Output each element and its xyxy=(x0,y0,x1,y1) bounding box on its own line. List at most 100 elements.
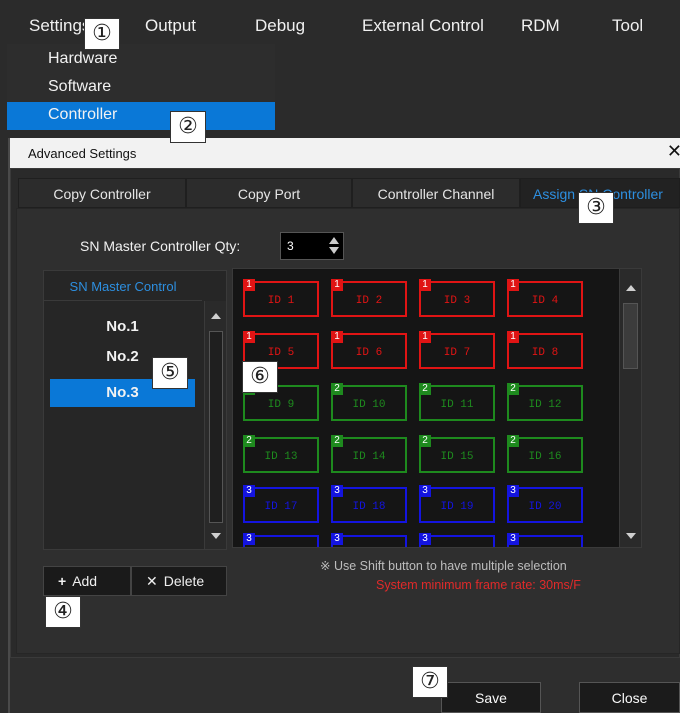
controller-id-cell[interactable]: 3 xyxy=(331,533,407,547)
list-scrollbar[interactable] xyxy=(204,301,226,549)
controller-id-cell[interactable]: 2 ID 16 xyxy=(507,435,583,473)
controller-id-cell[interactable]: 2 ID 15 xyxy=(419,435,495,473)
controller-id-label: ID 11 xyxy=(440,399,474,411)
controller-id-label: ID 20 xyxy=(528,501,562,513)
group-badge: 1 xyxy=(243,331,255,343)
delete-button-label: Delete xyxy=(163,573,205,589)
group-badge: 1 xyxy=(331,331,343,343)
controller-id-label: ID 1 xyxy=(267,295,295,307)
menu-tool[interactable]: Tool xyxy=(612,16,643,36)
scroll-up-icon[interactable] xyxy=(211,313,221,319)
callout-5: ⑤ xyxy=(152,357,188,389)
controller-id-cell[interactable]: 1 ID 2 xyxy=(331,279,407,317)
controller-id-cell[interactable]: 3 ID 17 xyxy=(243,485,319,523)
delete-button[interactable]: ✕ Delete xyxy=(131,566,227,596)
controller-id-cell[interactable]: 2 ID 11 xyxy=(419,383,495,421)
close-icon[interactable]: ✕ xyxy=(667,141,680,162)
add-button[interactable]: + Add xyxy=(43,566,131,596)
controller-id-label: ID 18 xyxy=(352,501,386,513)
controller-id-cell[interactable]: 3 xyxy=(243,533,319,547)
controller-id-label: ID 9 xyxy=(267,399,295,411)
group-badge: 1 xyxy=(419,331,431,343)
controller-id-cell[interactable]: 3 ID 19 xyxy=(419,485,495,523)
controller-id-label: ID 8 xyxy=(531,347,559,359)
spin-up-icon[interactable] xyxy=(329,237,339,244)
dropdown-item-hardware[interactable]: Hardware xyxy=(7,46,275,74)
controller-id-cell[interactable]: 1 ID 1 xyxy=(243,279,319,317)
sn-master-list-header: SN Master Control xyxy=(44,271,202,301)
menu-debug[interactable]: Debug xyxy=(255,16,305,36)
callout-6: ⑥ xyxy=(242,361,278,393)
controller-id-label: ID 12 xyxy=(528,399,562,411)
controller-id-label: ID 13 xyxy=(264,451,298,463)
plus-icon: + xyxy=(58,573,67,589)
controller-id-cell[interactable]: 1 ID 7 xyxy=(419,331,495,369)
group-badge: 1 xyxy=(507,331,519,343)
dialog-title-bar: Advanced Settings ✕ xyxy=(10,138,680,168)
dialog-title: Advanced Settings xyxy=(28,146,137,161)
scrollbar-thumb[interactable] xyxy=(209,331,223,523)
x-icon: ✕ xyxy=(146,573,158,589)
controller-id-label: ID 4 xyxy=(531,295,559,307)
controller-id-cell[interactable]: 3 xyxy=(419,533,495,547)
controller-id-cell[interactable]: 3 ID 20 xyxy=(507,485,583,523)
close-button[interactable]: Close xyxy=(579,682,680,713)
controller-id-cell[interactable]: 2 ID 13 xyxy=(243,435,319,473)
dropdown-item-software[interactable]: Software xyxy=(7,74,275,102)
group-badge: 2 xyxy=(507,435,519,447)
sn-master-qty-spinbox[interactable]: 3 xyxy=(280,232,344,260)
controller-id-cell[interactable]: 2 ID 10 xyxy=(331,383,407,421)
controller-id-cell[interactable]: 2 ID 14 xyxy=(331,435,407,473)
group-badge: 3 xyxy=(331,533,343,545)
menu-settings[interactable]: Settings xyxy=(29,16,90,36)
list-item-no1[interactable]: No.1 xyxy=(50,313,195,341)
callout-2: ② xyxy=(170,111,206,143)
controller-id-label: ID 19 xyxy=(440,501,474,513)
controller-id-label: ID 7 xyxy=(443,347,471,359)
group-badge: 2 xyxy=(331,435,343,447)
spin-down-icon[interactable] xyxy=(329,247,339,254)
scroll-up-icon[interactable] xyxy=(626,285,636,291)
menu-output[interactable]: Output xyxy=(145,16,196,36)
controller-id-label: ID 6 xyxy=(355,347,383,359)
group-badge: 1 xyxy=(243,279,255,291)
menu-rdm[interactable]: RDM xyxy=(521,16,560,36)
dropdown-item-controller[interactable]: Controller xyxy=(7,102,275,130)
callout-7: ⑦ xyxy=(412,666,448,698)
frame-rate-warning: System minimum frame rate: 30ms/F xyxy=(376,578,581,592)
sn-master-list: SN Master Control No.1 No.2 No.3 xyxy=(43,270,227,550)
group-badge: 3 xyxy=(331,485,343,497)
controller-id-cell[interactable]: 1 ID 8 xyxy=(507,331,583,369)
tab-copy-port[interactable]: Copy Port xyxy=(186,178,352,208)
scroll-down-icon[interactable] xyxy=(626,533,636,539)
controller-id-label: ID 10 xyxy=(352,399,386,411)
settings-dropdown: Hardware Software Controller xyxy=(7,44,275,130)
menu-external-control[interactable]: External Control xyxy=(362,16,484,36)
controller-id-label: ID 2 xyxy=(355,295,383,307)
scroll-down-icon[interactable] xyxy=(211,533,221,539)
controller-id-label: ID 3 xyxy=(443,295,471,307)
controller-id-label: ID 16 xyxy=(528,451,562,463)
group-badge: 3 xyxy=(243,485,255,497)
controller-id-cell[interactable]: 1 ID 4 xyxy=(507,279,583,317)
tab-controller-channel[interactable]: Controller Channel xyxy=(352,178,520,208)
controller-id-cell[interactable]: 3 ID 18 xyxy=(331,485,407,523)
controller-id-cell[interactable]: 1 ID 6 xyxy=(331,331,407,369)
sn-master-qty-label: SN Master Controller Qty: xyxy=(80,238,241,254)
controller-id-label: ID 17 xyxy=(264,501,298,513)
controller-id-cell[interactable]: 1 ID 3 xyxy=(419,279,495,317)
group-badge: 1 xyxy=(507,279,519,291)
controller-id-cell[interactable]: 2 ID 12 xyxy=(507,383,583,421)
save-button[interactable]: Save xyxy=(441,682,541,713)
tab-copy-controller[interactable]: Copy Controller xyxy=(18,178,186,208)
callout-1: ① xyxy=(84,18,120,50)
sn-master-qty-value: 3 xyxy=(287,239,294,253)
group-badge: 3 xyxy=(243,533,255,545)
shift-hint-text: ※ Use Shift button to have multiple sele… xyxy=(320,559,567,573)
add-button-label: Add xyxy=(72,573,98,589)
group-badge: 2 xyxy=(331,383,343,395)
grid-scrollbar[interactable] xyxy=(619,269,641,547)
scrollbar-thumb[interactable] xyxy=(623,303,638,369)
controller-id-cell[interactable]: 3 xyxy=(507,533,583,547)
controller-id-label: ID 5 xyxy=(267,347,295,359)
